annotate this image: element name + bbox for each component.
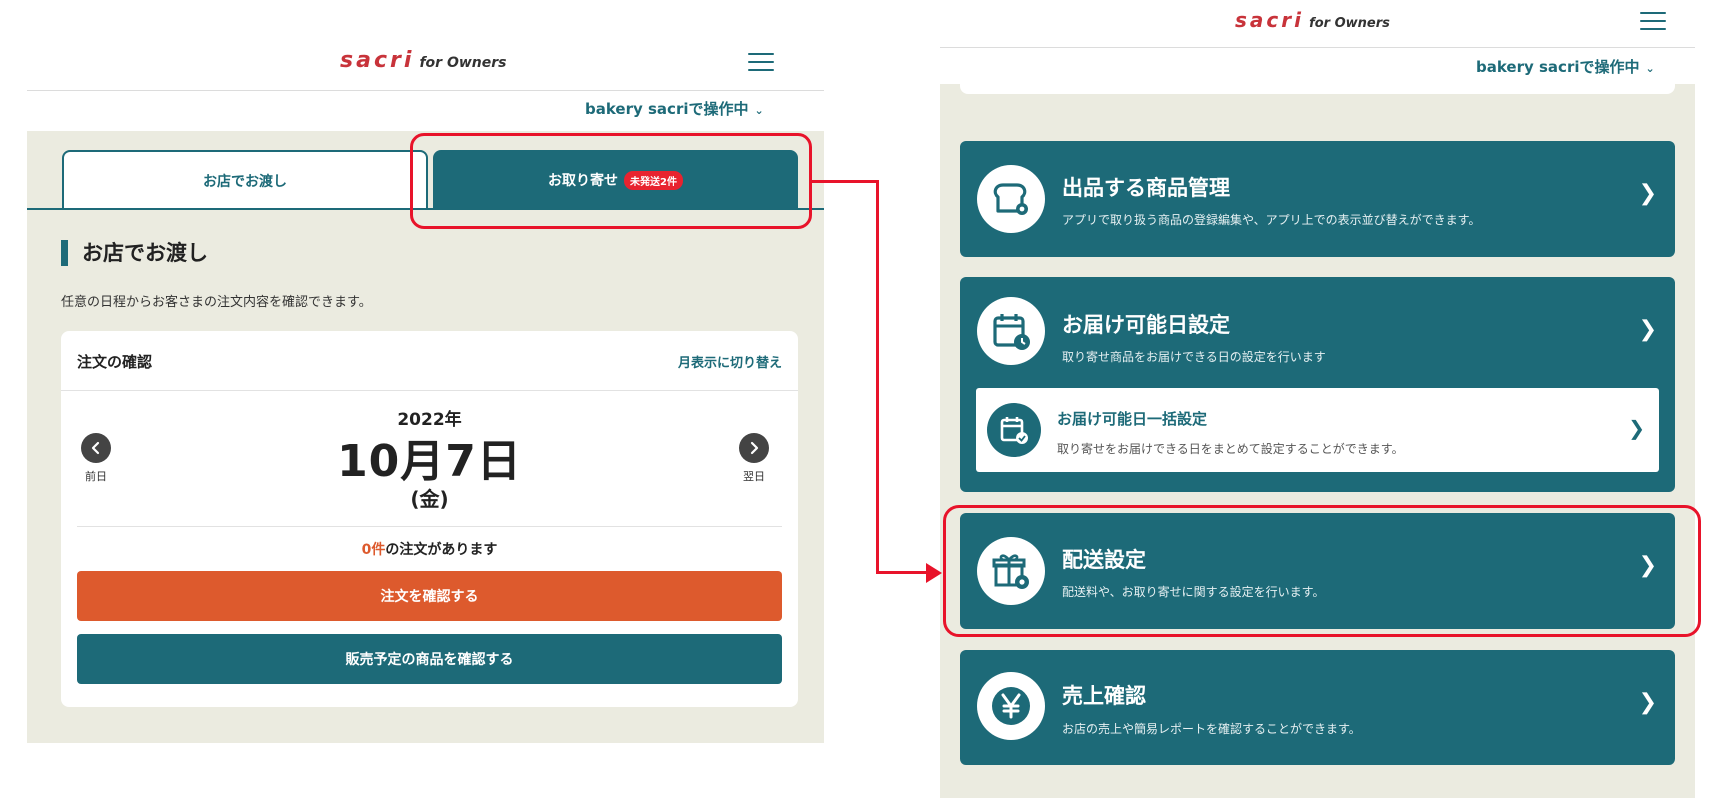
menu-product-management[interactable]: 出品する商品管理 アプリで取り扱う商品の登録編集や、アプリ上での表示並び替えがで… (960, 141, 1675, 257)
order-check-card: 注文の確認 月表示に切り替え 2022年 10月7日 (金) 前日 翌日 0件の… (61, 331, 798, 707)
card-divider (77, 526, 782, 527)
submenu-bulk-delivery-date[interactable]: お届け可能日一括設定 取り寄せをお届けできる日をまとめて設定することができます。… (976, 388, 1659, 472)
menu-description: お店の売上や簡易レポートを確認することができます。 (1062, 722, 1361, 736)
date-weekday: (金) (410, 487, 449, 511)
menu-delivery-date-settings[interactable]: お届け可能日設定 取り寄せ商品をお届けできる日の設定を行います ❯ お届け可能日… (960, 277, 1675, 492)
chevron-right-icon: ❯ (1628, 416, 1645, 440)
menu-description: 取り寄せ商品をお届けできる日の設定を行います (1062, 350, 1326, 364)
order-count: 0件の注文があります (361, 542, 498, 558)
section-description: 任意の日程からお客さまの注文内容を確認できます。 (61, 295, 372, 310)
right-screen: sacri for Owners bakery sacriで操作中 ⌄ 出品する商… (940, 0, 1720, 798)
tab-store-pickup[interactable]: お店でお渡し (62, 150, 428, 210)
section-title: お店でお渡し (61, 240, 208, 266)
connector-arrow-icon (926, 563, 942, 583)
chevron-left-icon (91, 441, 100, 455)
highlight-mail-order-tab (410, 133, 812, 229)
menu-description: アプリで取り扱う商品の登録編集や、アプリ上での表示並び替えができます。 (1062, 213, 1481, 227)
chevron-down-icon: ⌄ (754, 104, 764, 117)
chevron-right-icon: ❯ (1638, 181, 1657, 206)
chevron-right-icon: ❯ (1638, 690, 1657, 715)
submenu-title: お届け可能日一括設定 (1057, 410, 1208, 428)
prev-day-label: 前日 (85, 470, 107, 483)
operating-store-selector[interactable]: bakery sacriで操作中 ⌄ (1476, 56, 1655, 77)
chevron-right-icon (750, 441, 759, 455)
check-scheduled-products-button[interactable]: 販売予定の商品を確認する (77, 634, 782, 684)
prev-day-button[interactable] (81, 433, 111, 463)
connector-line-vertical (876, 180, 879, 574)
menu-title: お届け可能日設定 (1062, 313, 1230, 337)
connector-line-top (810, 180, 878, 183)
menu-title: 出品する商品管理 (1062, 176, 1230, 200)
calendar-clock-icon (977, 297, 1045, 365)
operating-store-selector[interactable]: bakery sacriで操作中 ⌄ (585, 98, 764, 119)
menu-sales-check[interactable]: 売上確認 お店の売上や簡易レポートを確認することができます。 ❯ (960, 650, 1675, 765)
yen-icon (977, 672, 1045, 740)
left-screen: sacri for Owners bakery sacriで操作中 ⌄ お店でお渡… (0, 0, 830, 798)
chevron-right-icon: ❯ (1638, 317, 1657, 342)
previous-card-edge (960, 84, 1675, 94)
check-orders-button[interactable]: 注文を確認する (77, 571, 782, 621)
menu-title: 売上確認 (1062, 684, 1146, 708)
card-title: 注文の確認 (77, 353, 153, 371)
submenu-description: 取り寄せをお届けできる日をまとめて設定することができます。 (1057, 442, 1404, 456)
header-divider (940, 47, 1695, 48)
month-view-toggle[interactable]: 月表示に切り替え (678, 352, 782, 371)
next-day-label: 翌日 (743, 470, 765, 483)
app-logo: sacri for Owners (340, 48, 507, 73)
bread-gear-icon (977, 165, 1045, 233)
header-divider (27, 90, 824, 91)
app-logo-right: sacri for Owners (1235, 8, 1390, 32)
calendar-check-icon (987, 403, 1041, 457)
card-header: 注文の確認 月表示に切り替え (61, 331, 798, 391)
next-day-button[interactable] (739, 433, 769, 463)
chevron-down-icon: ⌄ (1645, 62, 1655, 75)
date-day: 10月7日 (337, 436, 522, 487)
menu-hamburger-icon[interactable] (1640, 11, 1666, 31)
menu-hamburger-icon[interactable] (748, 52, 774, 72)
highlight-shipping-settings (943, 505, 1701, 637)
